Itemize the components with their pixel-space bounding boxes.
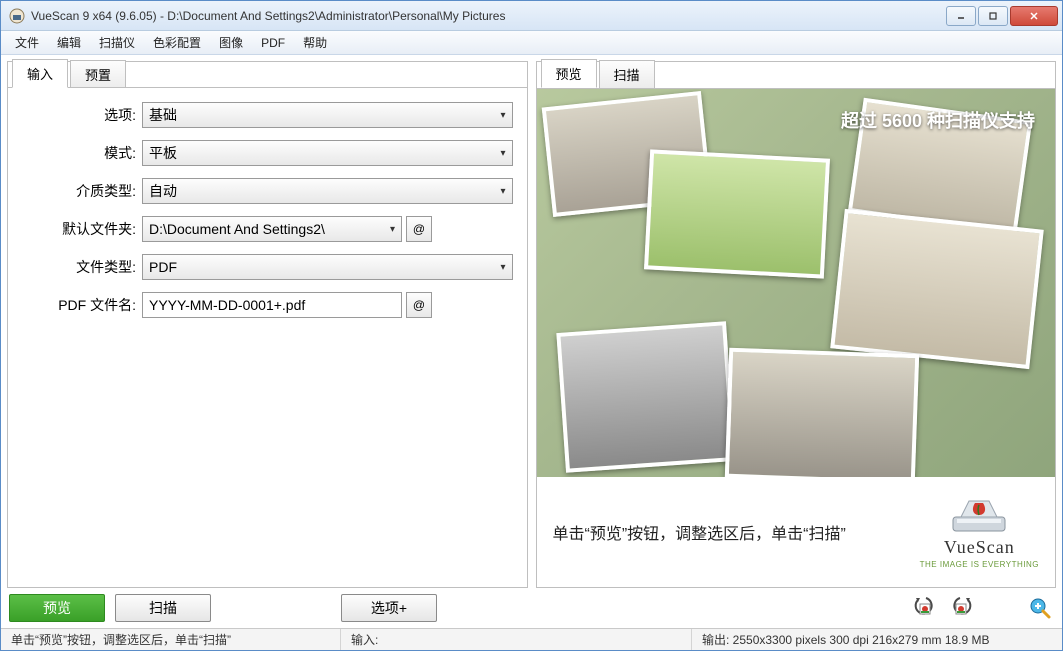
combo-media-type[interactable]: 自动 — [142, 178, 513, 204]
preview-area: 超过 5600 种扫描仪支持 单击“预览”按钮，调整选区后，单击“扫描” — [537, 88, 1056, 587]
tab-input[interactable]: 输入 — [12, 59, 68, 88]
label-options: 选项: — [22, 105, 142, 125]
status-output: 输出: 2550x3300 pixels 300 dpi 216x279 mm … — [692, 629, 1062, 650]
brand-block: VueScan THE IMAGE IS EVERYTHING — [920, 495, 1039, 569]
right-tabstrip: 预览 扫描 — [537, 61, 1056, 87]
app-icon — [9, 8, 25, 24]
overlay-support-text: 超过 5600 种扫描仪支持 — [841, 107, 1035, 133]
menu-color[interactable]: 色彩配置 — [145, 31, 209, 54]
left-tabstrip: 输入 预置 — [8, 61, 527, 87]
tab-preview[interactable]: 预览 — [541, 59, 597, 88]
row-default-folder: 默认文件夹: D:\Document And Settings2\ @ — [22, 216, 513, 242]
label-file-type: 文件类型: — [22, 257, 142, 277]
sample-photo — [643, 149, 829, 278]
combo-mode[interactable]: 平板 — [142, 140, 513, 166]
rotate-left-icon[interactable] — [910, 594, 938, 622]
tab-scan[interactable]: 扫描 — [599, 60, 655, 88]
preview-hint: 单击“预览”按钮，调整选区后，单击“扫描” — [553, 520, 920, 544]
menu-file[interactable]: 文件 — [7, 31, 47, 54]
input-panel: 输入 预置 选项: 基础 模式: 平板 介质类型: 自动 — [7, 61, 528, 588]
titlebar: VueScan 9 x64 (9.6.05) - D:\Document And… — [1, 1, 1062, 31]
menu-pdf[interactable]: PDF — [253, 33, 293, 53]
scanner-icon — [949, 495, 1009, 535]
client-area: 输入 预置 选项: 基础 模式: 平板 介质类型: 自动 — [1, 55, 1062, 628]
options-button[interactable]: 选项+ — [341, 594, 437, 622]
preview-panel: 预览 扫描 超过 5600 种扫描仪支持 单击“预览”按钮，调整选区后，单 — [536, 61, 1057, 588]
status-hint: 单击“预览”按钮，调整选区后，单击“扫描” — [1, 629, 341, 650]
label-mode: 模式: — [22, 143, 142, 163]
preview-button[interactable]: 预览 — [9, 594, 105, 622]
label-media-type: 介质类型: — [22, 181, 142, 201]
zoom-in-icon[interactable] — [1026, 594, 1054, 622]
statusbar: 单击“预览”按钮，调整选区后，单击“扫描” 输入: 输出: 2550x3300 … — [1, 628, 1062, 650]
row-file-type: 文件类型: PDF — [22, 254, 513, 280]
combo-file-type[interactable]: PDF — [142, 254, 513, 280]
row-pdf-filename: PDF 文件名: @ — [22, 292, 513, 318]
menu-edit[interactable]: 编辑 — [49, 31, 89, 54]
preview-collage: 超过 5600 种扫描仪支持 — [537, 89, 1056, 477]
sample-photo — [830, 209, 1044, 369]
status-input: 输入: — [341, 629, 692, 650]
row-options: 选项: 基础 — [22, 102, 513, 128]
folder-at-button[interactable]: @ — [406, 216, 432, 242]
tab-presets[interactable]: 预置 — [70, 60, 126, 88]
row-media-type: 介质类型: 自动 — [22, 178, 513, 204]
window-controls — [944, 6, 1058, 26]
brand-name: VueScan — [944, 537, 1015, 558]
combo-options[interactable]: 基础 — [142, 102, 513, 128]
preview-bottom: 单击“预览”按钮，调整选区后，单击“扫描” — [537, 477, 1056, 587]
maximize-button[interactable] — [978, 6, 1008, 26]
label-pdf-filename: PDF 文件名: — [22, 295, 142, 315]
input-pdf-filename[interactable] — [142, 292, 402, 318]
combo-default-folder[interactable]: D:\Document And Settings2\ — [142, 216, 402, 242]
action-row: 预览 扫描 选项+ — [7, 594, 1056, 622]
filename-at-button[interactable]: @ — [406, 292, 432, 318]
window-title: VueScan 9 x64 (9.6.05) - D:\Document And… — [31, 9, 944, 23]
label-default-folder: 默认文件夹: — [22, 219, 142, 239]
row-mode: 模式: 平板 — [22, 140, 513, 166]
rotate-right-icon[interactable] — [948, 594, 976, 622]
brand-tagline: THE IMAGE IS EVERYTHING — [920, 560, 1039, 569]
scan-button[interactable]: 扫描 — [115, 594, 211, 622]
close-button[interactable] — [1010, 6, 1058, 26]
panels: 输入 预置 选项: 基础 模式: 平板 介质类型: 自动 — [7, 61, 1056, 588]
menu-help[interactable]: 帮助 — [295, 31, 335, 54]
minimize-button[interactable] — [946, 6, 976, 26]
sample-photo — [724, 348, 918, 477]
app-window: VueScan 9 x64 (9.6.05) - D:\Document And… — [0, 0, 1063, 651]
menu-image[interactable]: 图像 — [211, 31, 251, 54]
input-panel-body: 选项: 基础 模式: 平板 介质类型: 自动 默认文件夹: D:\Documen… — [8, 87, 527, 587]
menubar: 文件 编辑 扫描仪 色彩配置 图像 PDF 帮助 — [1, 31, 1062, 55]
sample-photo — [556, 322, 735, 474]
menu-scanner[interactable]: 扫描仪 — [91, 31, 143, 54]
